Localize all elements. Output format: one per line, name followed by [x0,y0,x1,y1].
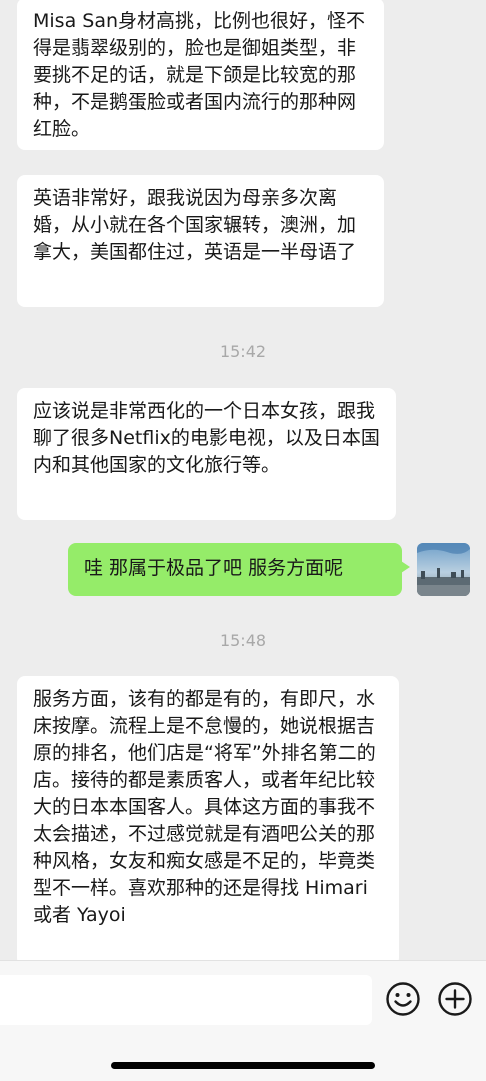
avatar-photo-icon [417,543,470,596]
my-message-bubble[interactable]: 哇 那属于极品了吧 服务方面呢 [68,543,410,596]
message-bubble[interactable]: 应该说是非常西化的一个日本女孩，跟我聊了很多Netflix的电影电视，以及日本国… [17,388,396,520]
emoji-icon [386,982,420,1016]
plus-icon [438,982,472,1016]
avatar[interactable] [417,543,470,596]
message-bubble[interactable]: Misa San身材高挑，比例也很好，怪不得是翡翠级别的，脸也是御姐类型，非要挑… [17,0,384,150]
home-indicator[interactable] [111,1062,375,1069]
chat-area[interactable]: Misa San身材高挑，比例也很好，怪不得是翡翠级别的，脸也是御姐类型，非要挑… [0,0,486,966]
timestamp: 15:42 [219,342,267,361]
message-input[interactable] [0,975,372,1025]
timestamp: 15:48 [219,631,267,650]
message-bubble[interactable]: 服务方面，该有的都是有的，有即尺，水床按摩。流程上是不怠慢的，她说根据吉原的排名… [17,676,399,966]
message-bubble[interactable]: 英语非常好，跟我说因为母亲多次离婚，从小就在各个国家辗转，澳洲，加拿大，美国都住… [17,175,384,307]
plus-button[interactable] [437,981,473,1017]
emoji-button[interactable] [385,981,421,1017]
